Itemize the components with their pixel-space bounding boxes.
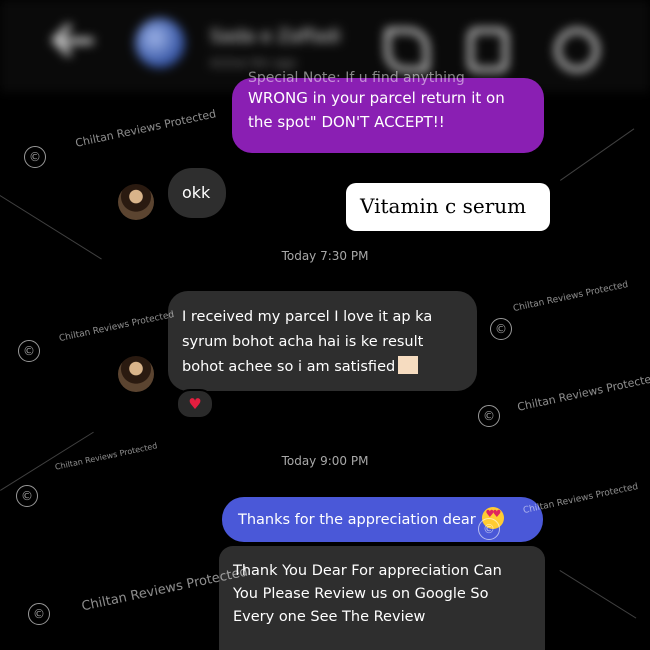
received-message-review[interactable]: I received my parcel I love it ap ka syr…: [168, 291, 477, 391]
video-call-icon[interactable]: [468, 28, 508, 72]
sender-avatar[interactable]: [118, 184, 154, 220]
copyright-icon: ©: [490, 318, 512, 340]
sent-message-note[interactable]: Special Note: If u find anything WRONG i…: [232, 70, 544, 153]
copyright-icon: ©: [18, 340, 40, 362]
received-line-2: syrum bohot acha hai is ke result: [182, 334, 424, 350]
copyright-icon: ©: [478, 518, 500, 540]
note-line-2: the spot" DON'T ACCEPT!!: [248, 113, 445, 131]
copyright-icon: ©: [24, 146, 46, 168]
received-line-1: I received my parcel I love it ap ka: [182, 309, 433, 325]
watermark-text: Chiltan Reviews Protected: [516, 371, 650, 414]
review-line-2: You Please Review us on Google So: [233, 586, 489, 602]
watermark-ray: [559, 570, 637, 619]
sender-avatar[interactable]: [118, 356, 154, 392]
heart-reaction-icon[interactable]: ♥: [176, 389, 214, 419]
received-line-3: bohot achee so i am satisfied: [182, 359, 396, 375]
watermark-text: Chiltan Reviews Protected: [74, 107, 218, 150]
received-message-okk[interactable]: okk: [168, 168, 226, 218]
watermark-text: Chiltan Reviews Protected: [58, 309, 176, 345]
product-label: Vitamin c serum: [346, 183, 550, 231]
copyright-icon: ©: [478, 405, 500, 427]
thanks-text: Thanks for the appreciation dear: [238, 512, 476, 528]
review-line-3: Every one See The Review: [233, 609, 426, 625]
watermark-ray: [560, 128, 635, 181]
emoji-placeholder-icon: [398, 356, 419, 374]
watermark-text: Chiltan Reviews Protected: [522, 481, 640, 517]
info-icon[interactable]: [545, 18, 609, 82]
contact-name[interactable]: Sada e Zaffadi: [210, 26, 341, 47]
review-line-1: Thank You Dear For appreciation Can: [233, 563, 502, 579]
watermark-text: Chiltan Reviews Protected: [512, 279, 630, 315]
copyright-icon: ©: [28, 603, 50, 625]
back-arrow-icon[interactable]: [60, 38, 94, 44]
sent-message-review-request[interactable]: Thank You Dear For appreciation Can You …: [219, 546, 545, 650]
note-partial-line: Special Note: If u find anything: [248, 70, 465, 86]
contact-avatar[interactable]: [135, 18, 185, 68]
copyright-icon: ©: [16, 485, 38, 507]
